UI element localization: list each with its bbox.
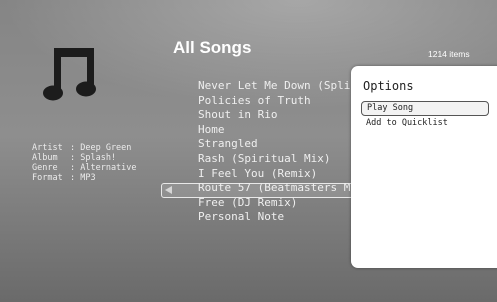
metadata-key: Album: [32, 153, 58, 163]
left-arrow-icon[interactable]: [165, 186, 172, 194]
metadata-key: Format: [32, 173, 63, 183]
song-list: Never Let Me Down (Split Policies of Tru…: [198, 79, 354, 225]
song-item[interactable]: Shout in Rio: [198, 108, 354, 123]
song-item[interactable]: Never Let Me Down (Split: [198, 79, 354, 94]
page-title: All Songs: [173, 38, 252, 57]
metadata-genre: Genre : Alternative: [32, 163, 137, 173]
metadata-value: : Splash!: [70, 153, 117, 163]
song-item[interactable]: Strangled: [198, 137, 354, 152]
play-song-option[interactable]: Play Song: [361, 101, 489, 116]
media-player-screen: Artist : Deep Green Album : Splash! Genre:…: [0, 0, 497, 302]
song-item[interactable]: Home: [198, 123, 354, 138]
item-count: 1214 items: [428, 49, 470, 59]
metadata-key: Artist: [32, 143, 63, 153]
metadata-value: : Deep Green: [70, 143, 132, 153]
metadata-album: Album : Splash!: [32, 153, 137, 163]
song-item-selected[interactable]: I Feel You (Remix): [198, 167, 354, 182]
music-note-icon: [43, 48, 96, 101]
song-item[interactable]: Route 57 (Beatmasters Mix: [198, 181, 354, 196]
options-menu: Options Play Song Add to Quicklist: [351, 66, 497, 268]
song-metadata: Artist : Deep Green Album : Splash! Genre:…: [32, 143, 137, 183]
metadata-key: Genre: [32, 163, 58, 173]
song-item[interactable]: Personal Note: [198, 210, 354, 225]
song-item[interactable]: Free (DJ Remix): [198, 196, 354, 211]
metadata-artist: Artist : Deep Green: [32, 143, 137, 153]
metadata-value: : MP3: [70, 173, 96, 183]
add-to-quicklist-option[interactable]: Add to Quicklist: [361, 117, 487, 129]
metadata-format: Format : MP3: [32, 173, 137, 183]
song-item[interactable]: Policies of Truth: [198, 94, 354, 109]
metadata-value: : Alternative: [70, 163, 137, 173]
options-title: Options: [363, 79, 414, 93]
song-item[interactable]: Rash (Spiritual Mix): [198, 152, 354, 167]
